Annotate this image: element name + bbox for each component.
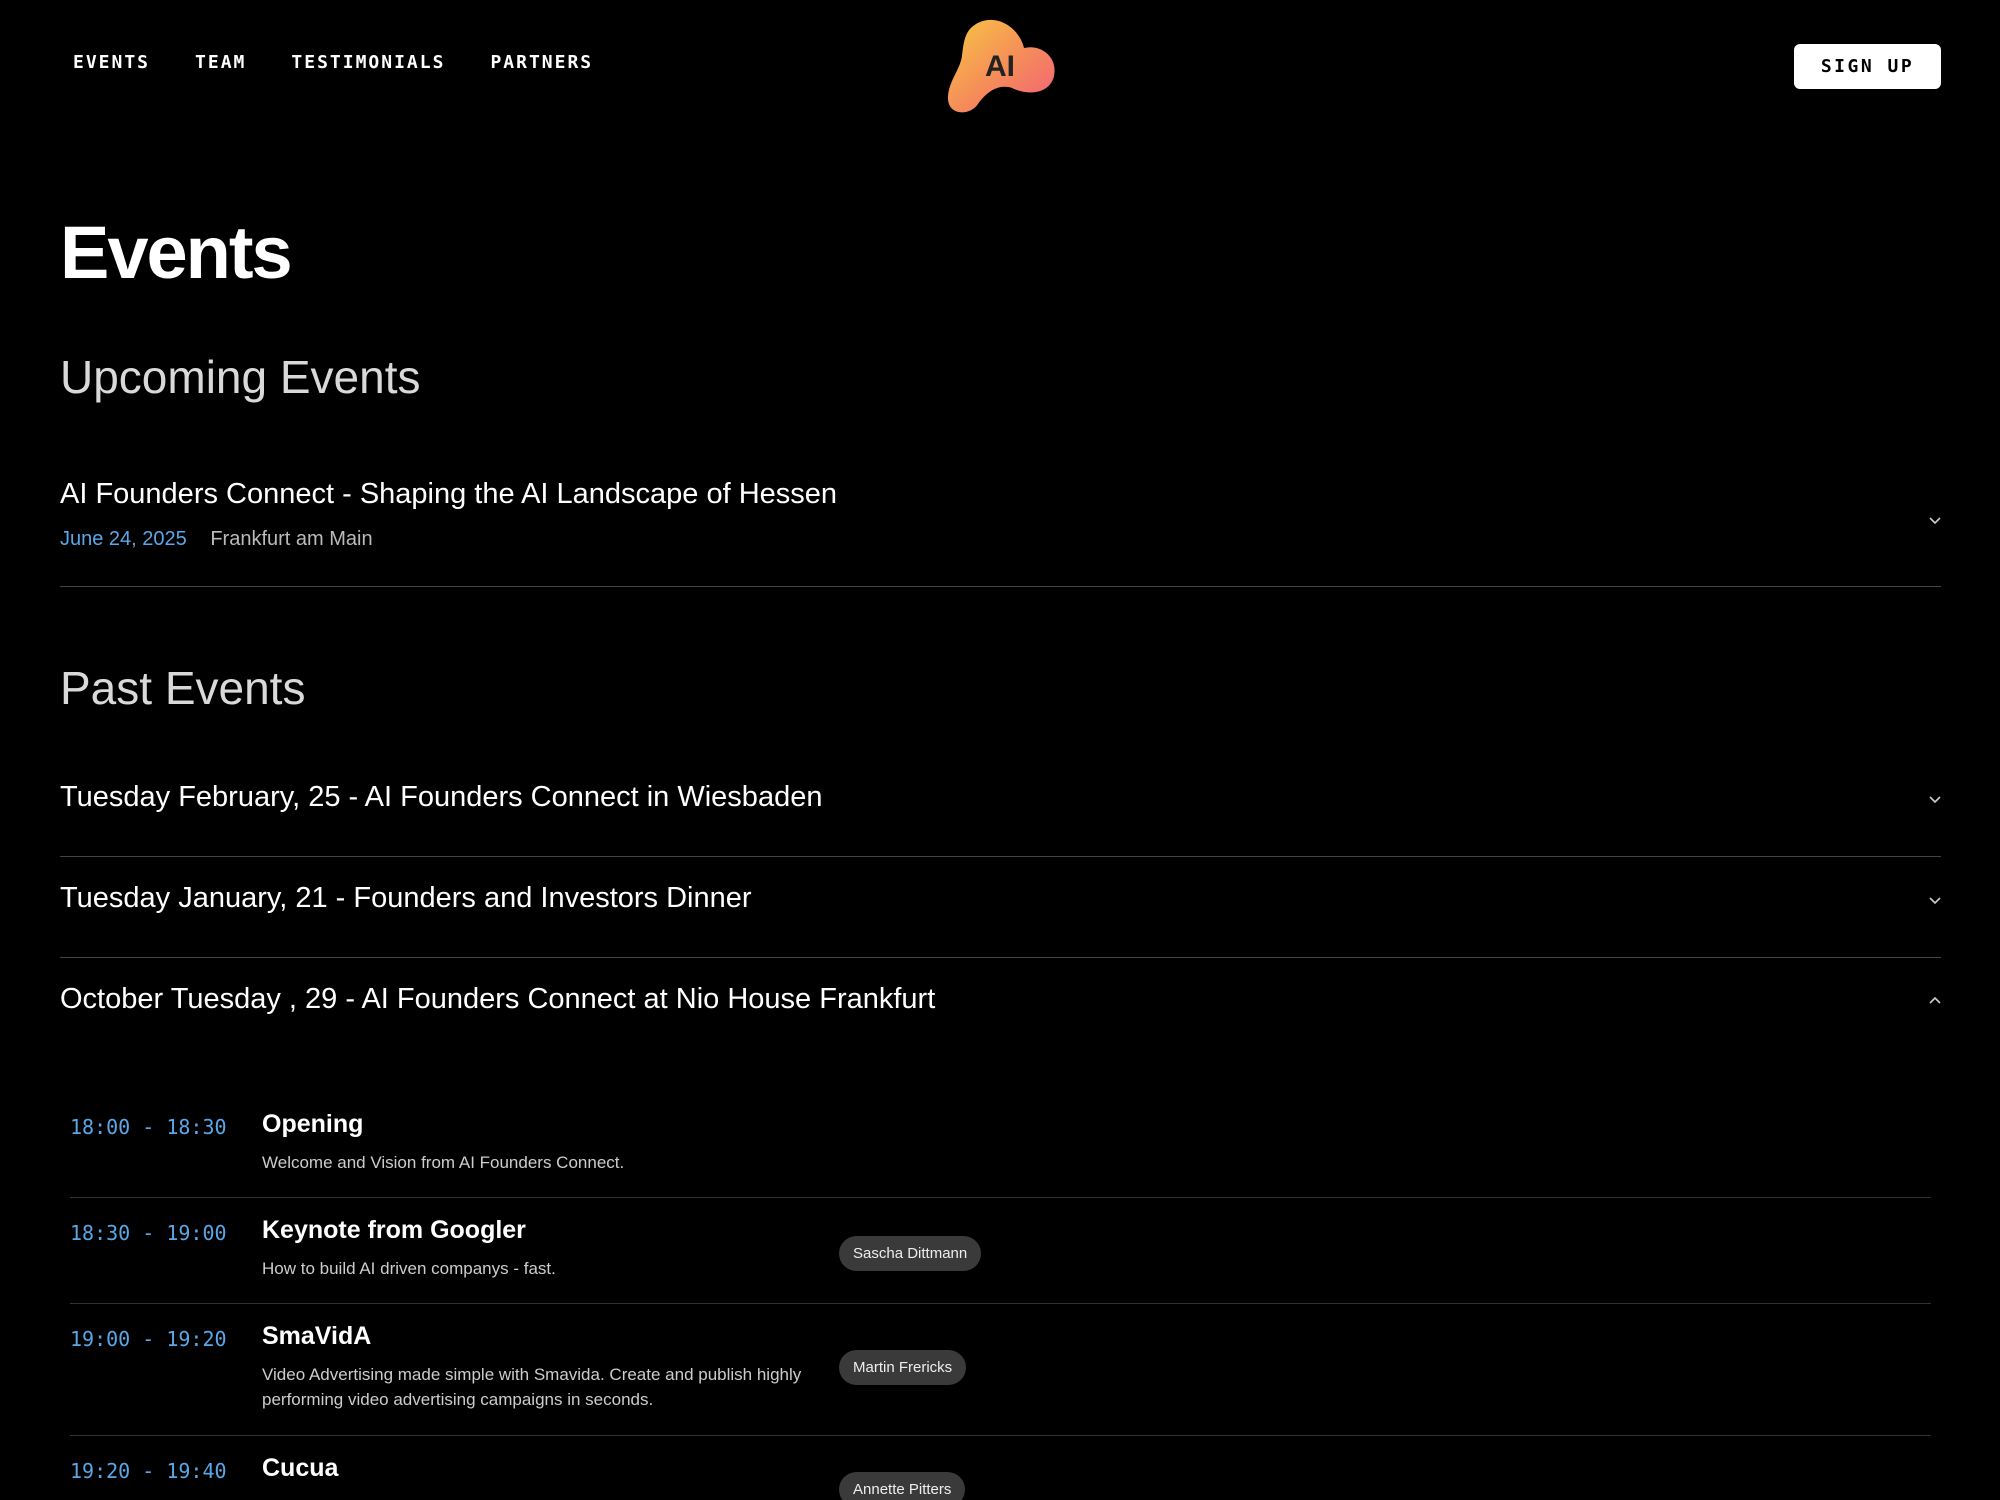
past-events-heading: Past Events xyxy=(60,662,306,714)
nav-testimonials-link[interactable]: TESTIMONIALS xyxy=(291,52,445,73)
agenda-time: 19:20 - 19:40 xyxy=(70,1459,227,1483)
sign-up-button[interactable]: SIGN UP xyxy=(1794,44,1941,89)
upcoming-event-meta: June 24, 2025 Frankfurt am Main xyxy=(60,528,373,551)
agenda-title: Opening xyxy=(262,1110,364,1138)
nav-partners-link[interactable]: PARTNERS xyxy=(490,52,593,73)
upcoming-event-location: Frankfurt am Main xyxy=(210,528,373,550)
agenda-time: 19:00 - 19:20 xyxy=(70,1327,227,1351)
past-event-accordion-expanded[interactable]: October Tuesday , 29 - AI Founders Conne… xyxy=(60,958,1941,1059)
nav-team-link[interactable]: TEAM xyxy=(195,52,246,73)
speaker-badge[interactable]: Annette Pitters xyxy=(839,1472,966,1500)
agenda-title: SmaVidA xyxy=(262,1322,372,1350)
agenda-time: 18:00 - 18:30 xyxy=(70,1115,227,1139)
logo-text: AI xyxy=(985,50,1015,83)
logo[interactable]: AI xyxy=(942,18,1060,116)
speaker-badge[interactable]: Sascha Dittmann xyxy=(839,1236,982,1271)
page-title: Events xyxy=(60,211,293,294)
upcoming-events-heading: Upcoming Events xyxy=(60,351,421,403)
past-event-accordion[interactable]: Tuesday February, 25 - AI Founders Conne… xyxy=(60,756,1941,857)
agenda-time: 18:30 - 19:00 xyxy=(70,1221,227,1245)
agenda-item: 18:30 - 19:00 Keynote from Googler How t… xyxy=(70,1198,1931,1304)
chevron-down-icon[interactable] xyxy=(1929,514,1941,526)
upcoming-event-date: June 24, 2025 xyxy=(60,528,187,550)
chevron-down-icon[interactable] xyxy=(1929,894,1941,906)
agenda-item: 19:20 - 19:40 Cucua Annette Pitters xyxy=(70,1436,1931,1500)
chevron-down-icon[interactable] xyxy=(1929,793,1941,805)
event-agenda: 18:00 - 18:30 Opening Welcome and Vision… xyxy=(70,1092,1931,1500)
agenda-title: Cucua xyxy=(262,1454,339,1482)
upcoming-event-accordion[interactable]: AI Founders Connect - Shaping the AI Lan… xyxy=(60,470,1941,587)
upcoming-event-title: AI Founders Connect - Shaping the AI Lan… xyxy=(60,478,838,510)
past-event-title: October Tuesday , 29 - AI Founders Conne… xyxy=(60,983,936,1015)
nav-events-link[interactable]: EVENTS xyxy=(73,52,150,73)
past-event-title: Tuesday January, 21 - Founders and Inves… xyxy=(60,882,752,914)
past-event-accordion[interactable]: Tuesday January, 21 - Founders and Inves… xyxy=(60,857,1941,958)
agenda-description: Welcome and Vision from AI Founders Conn… xyxy=(262,1153,625,1172)
speaker-badge[interactable]: Martin Frericks xyxy=(839,1350,967,1385)
chevron-up-icon[interactable] xyxy=(1929,995,1941,1007)
agenda-item: 18:00 - 18:30 Opening Welcome and Vision… xyxy=(70,1092,1931,1198)
agenda-description: Video Advertising made simple with Smavi… xyxy=(262,1365,802,1409)
agenda-item: 19:00 - 19:20 SmaVidA Video Advertising … xyxy=(70,1304,1931,1436)
agenda-title: Keynote from Googler xyxy=(262,1216,526,1244)
agenda-description: How to build AI driven companys - fast. xyxy=(262,1259,556,1278)
past-event-title: Tuesday February, 25 - AI Founders Conne… xyxy=(60,781,823,813)
main-nav: EVENTS TEAM TESTIMONIALS PARTNERS xyxy=(73,52,593,73)
